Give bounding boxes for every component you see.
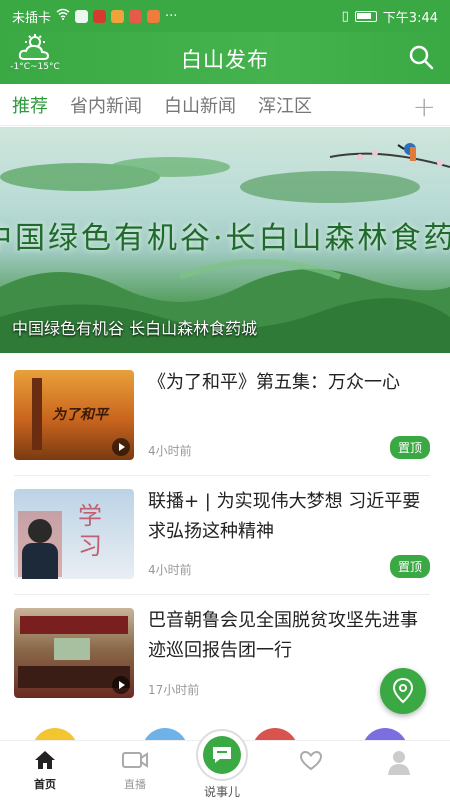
app-header: -1°C~15°C 白山发布 (0, 32, 450, 84)
status-bar: 未插卡 ··· ▯ 下午3:44 (0, 0, 450, 32)
carrier-label: 未插卡 (12, 10, 52, 26)
thumb-text: 为了和平 (52, 407, 108, 423)
nav-talk-button[interactable] (196, 729, 248, 781)
nav-profile[interactable] (364, 749, 434, 778)
nav-home[interactable]: 首页 (10, 749, 80, 792)
app-notification-icon (93, 9, 107, 23)
clock: 下午3:44 (382, 10, 438, 26)
add-tab-icon[interactable]: + (413, 90, 436, 123)
category-tabs: 推荐 省内新闻 白山新闻 浑江区 + (0, 84, 450, 126)
news-headline: 《为了和平》第五集：万众一心 (148, 372, 400, 393)
chat-bubble-icon (203, 736, 241, 774)
video-camera-icon (121, 752, 149, 774)
app-notification-icon (147, 9, 161, 23)
wechat-icon (75, 9, 89, 23)
nav-heart[interactable] (276, 749, 346, 776)
app-notification-icon (111, 9, 125, 23)
heart-hand-icon (298, 750, 324, 776)
play-icon (112, 676, 130, 694)
pinned-badge: 置顶 (389, 555, 430, 578)
tab-recommend[interactable]: 推荐 (12, 92, 48, 118)
more-dots-icon: ··· (165, 8, 178, 24)
news-time: 17小时前 (148, 683, 200, 697)
vibrate-icon: ▯ (341, 8, 349, 24)
news-thumbnail: 学习 (14, 489, 134, 579)
app-title: 白山发布 (181, 48, 269, 72)
home-icon (33, 751, 57, 774)
news-item[interactable]: 学习 联播+ | 为实现伟大梦想 习近平要求弘扬这种精神 4小时前 置顶 (14, 475, 430, 595)
location-fab[interactable] (380, 668, 426, 714)
wifi-icon (56, 8, 70, 24)
news-time: 4小时前 (148, 444, 192, 458)
search-icon[interactable] (408, 44, 434, 74)
news-time: 4小时前 (148, 563, 192, 577)
app-notification-icon (129, 9, 143, 23)
location-pin-icon (392, 677, 414, 708)
nav-live[interactable]: 直播 (100, 749, 170, 792)
nav-live-label: 直播 (124, 778, 146, 791)
tab-baishan-news[interactable]: 白山新闻 (164, 92, 236, 118)
battery-icon (354, 10, 377, 22)
thumb-text: 学习 (78, 502, 102, 560)
news-headline: 联播+ | 为实现伟大梦想 习近平要求弘扬这种精神 (148, 491, 421, 542)
pinned-badge: 置顶 (389, 436, 430, 459)
nav-talk-label: 说事儿 (203, 785, 240, 799)
play-icon (112, 438, 130, 456)
bottom-navigation: 首页 直播 说事儿 (0, 729, 450, 800)
news-thumbnail (14, 608, 134, 698)
news-headline: 巴音朝鲁会见全国脱贫攻坚先进事迹巡回报告团一行 (148, 610, 418, 661)
news-thumbnail: 为了和平 (14, 370, 134, 460)
tab-province-news[interactable]: 省内新闻 (70, 92, 142, 118)
news-item[interactable]: 巴音朝鲁会见全国脱贫攻坚先进事迹巡回报告团一行 17小时前 (14, 594, 430, 714)
nav-home-label: 首页 (34, 778, 56, 791)
banner-title: 中国绿色有机谷·长白山森林食药城 (0, 221, 450, 256)
tab-hunjiang-district[interactable]: 浑江区 (258, 92, 312, 118)
user-icon (386, 751, 412, 778)
banner-caption: 中国绿色有机谷 长白山森林食药城 (12, 319, 258, 338)
hero-banner[interactable]: 中国绿色有机谷·长白山森林食药城 中国绿色有机谷 长白山森林食药城 (0, 127, 450, 353)
news-item[interactable]: 为了和平 《为了和平》第五集：万众一心 4小时前 置顶 (14, 356, 430, 476)
